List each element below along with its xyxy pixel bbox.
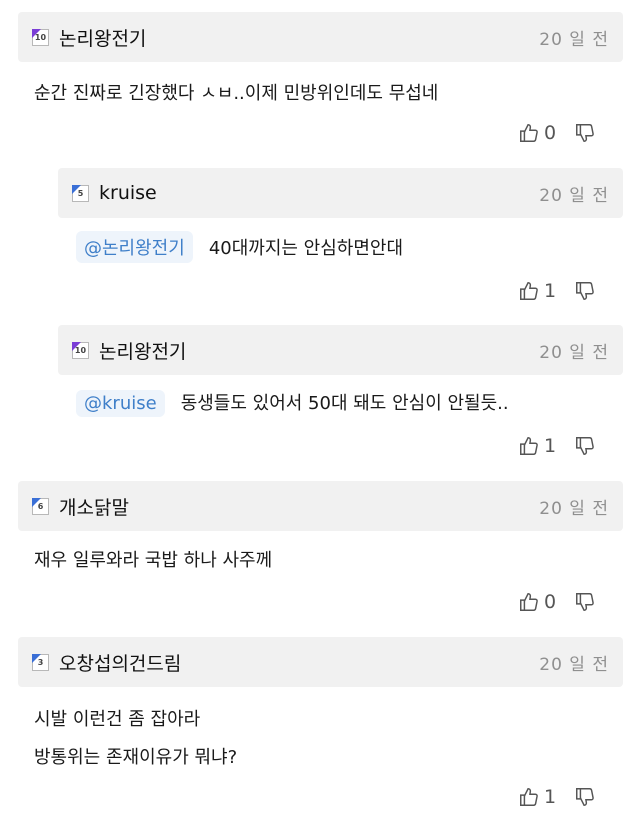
mention-tag[interactable]: @kruise [76, 390, 165, 417]
reply-text: 40대까지는 안심하면안대 [208, 238, 404, 259]
reply-text-line: @kruise 동생들도 있어서 50대 돼도 안심이 안될듯.. [76, 389, 509, 417]
thumbs-up-icon[interactable] [518, 435, 540, 457]
thumbs-up-icon[interactable] [518, 591, 540, 613]
thumbs-up-icon[interactable] [518, 786, 540, 808]
thumbs-down-icon[interactable] [574, 435, 596, 457]
like-count: 0 [544, 122, 557, 144]
reply-text-line: @논리왕전기 40대까지는 안심하면안대 [76, 231, 403, 263]
author-nickname[interactable]: 논리왕전기 [99, 337, 186, 364]
author-nickname[interactable]: 논리왕전기 [59, 24, 146, 51]
like-count: 1 [544, 786, 557, 808]
comment-text: 순간 진짜로 긴장했다 ㅅㅂ..이제 민방위인데도 무섭네 [34, 83, 439, 104]
level-badge: 3 [32, 653, 49, 671]
vote-bar: 1 [518, 280, 596, 302]
vote-bar: 1 [518, 786, 596, 808]
timestamp: 20 일 전 [539, 654, 609, 675]
author-nickname[interactable]: kruise [99, 182, 157, 204]
level-badge: 10 [72, 341, 89, 359]
mention-tag[interactable]: @논리왕전기 [76, 231, 193, 263]
thumbs-down-icon[interactable] [574, 786, 596, 808]
thumbs-up-icon[interactable] [518, 122, 540, 144]
vote-bar: 1 [518, 435, 596, 457]
reply-header: 10 논리왕전기 20 일 전 [58, 325, 623, 375]
author-nickname[interactable]: 개소닭말 [59, 493, 129, 520]
level-badge: 10 [32, 28, 49, 46]
comment-text-line: 시발 이런건 좀 잡아라 [34, 709, 201, 730]
thumbs-down-icon[interactable] [574, 280, 596, 302]
reply-header: 5 kruise 20 일 전 [58, 168, 623, 218]
comment-text: 재우 일루와라 국밥 하나 사주께 [34, 550, 273, 571]
comment-header: 10 논리왕전기 20 일 전 [18, 12, 623, 62]
thumbs-down-icon[interactable] [574, 122, 596, 144]
comment-text-line: 방통위는 존재이유가 뭐냐? [34, 747, 238, 768]
like-count: 1 [544, 435, 557, 457]
timestamp: 20 일 전 [539, 498, 609, 519]
author-nickname[interactable]: 오창섭의건드림 [59, 649, 181, 676]
level-badge: 5 [72, 184, 89, 202]
thumbs-down-icon[interactable] [574, 591, 596, 613]
timestamp: 20 일 전 [539, 29, 609, 50]
level-badge: 6 [32, 497, 49, 515]
timestamp: 20 일 전 [539, 342, 609, 363]
reply-text: 동생들도 있어서 50대 돼도 안심이 안될듯.. [180, 393, 509, 414]
vote-bar: 0 [518, 122, 596, 144]
thumbs-up-icon[interactable] [518, 280, 540, 302]
vote-bar: 0 [518, 591, 596, 613]
like-count: 1 [544, 280, 557, 302]
comment-header: 3 오창섭의건드림 20 일 전 [18, 637, 623, 687]
comment-header: 6 개소닭말 20 일 전 [18, 481, 623, 531]
like-count: 0 [544, 591, 557, 613]
timestamp: 20 일 전 [539, 185, 609, 206]
